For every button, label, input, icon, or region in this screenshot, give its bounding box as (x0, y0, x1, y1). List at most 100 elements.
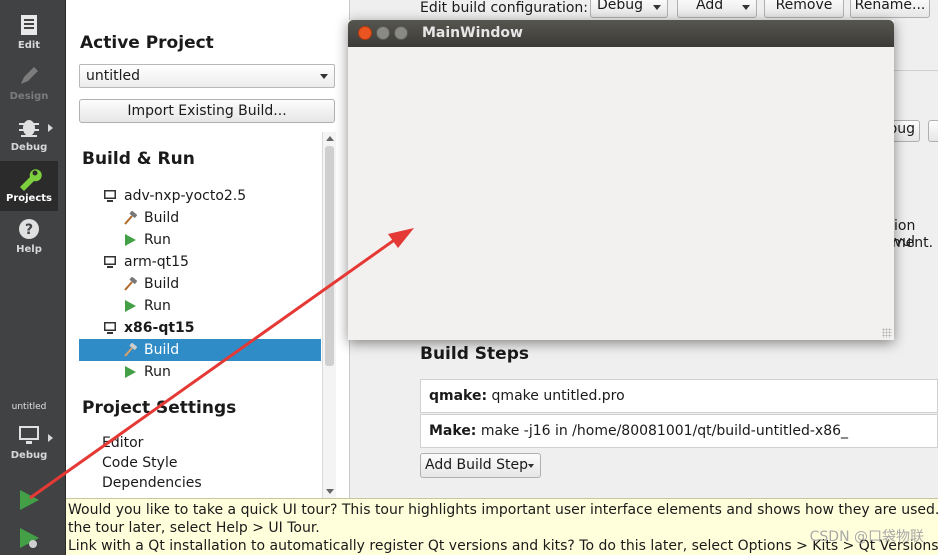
run-label: Run (144, 298, 171, 314)
kit-run-item[interactable]: Run (79, 295, 321, 317)
build-label: Build (144, 210, 180, 226)
mode-debug[interactable]: Debug (0, 110, 58, 160)
run-label: Run (144, 232, 171, 248)
step-value: qmake untitled.pro (491, 388, 625, 404)
monitor-icon (19, 426, 39, 444)
mode-help-label: Help (16, 244, 42, 255)
scroll-thumb[interactable] (325, 146, 334, 366)
chevron-down-icon (320, 74, 328, 79)
kit-build-item[interactable]: Build (79, 207, 321, 229)
kit-mode-label: Debug (10, 450, 48, 461)
kit-name: x86-qt15 (124, 320, 195, 336)
kit-run-item[interactable]: Run (79, 229, 321, 251)
kit-item[interactable]: arm-qt15 (79, 251, 321, 273)
settings-item-editor[interactable]: Editor (102, 435, 143, 451)
run-icon (125, 234, 136, 246)
help-icon: ? (19, 219, 39, 239)
tour-message: Would you like to take a quick UI tour? … (68, 502, 938, 518)
maximize-icon[interactable] (394, 26, 408, 40)
build-config-combo[interactable]: Debug (590, 0, 668, 18)
mode-edit[interactable]: Edit (0, 8, 58, 58)
edit-icon (21, 15, 37, 35)
watermark: CSDN @口袋物联 (809, 529, 924, 545)
step-label: Make: (429, 423, 477, 439)
project-settings-title: Project Settings (82, 398, 237, 418)
chevron-down-icon (528, 464, 534, 468)
monitor-icon (104, 322, 116, 334)
mode-help[interactable]: ? Help (0, 212, 58, 262)
tour-message-cont: the tour later, select Help > UI Tour. (68, 520, 320, 536)
resize-grip[interactable] (882, 328, 892, 338)
minimize-icon[interactable] (376, 26, 390, 40)
close-icon[interactable] (358, 26, 372, 40)
active-project-value: untitled (86, 68, 141, 84)
run-icon (125, 300, 136, 312)
partial-button[interactable] (928, 120, 938, 142)
add-build-step-button[interactable]: Add Build Step (420, 453, 541, 478)
mode-design-label: Design (9, 91, 49, 102)
debug-run-icon[interactable] (17, 526, 41, 550)
kit-project-name: untitled (11, 402, 47, 412)
scroll-up-icon[interactable] (326, 136, 334, 141)
edit-config-label: Edit build configuration: (420, 0, 589, 16)
monitor-icon (104, 190, 116, 202)
chevron-down-icon (742, 5, 750, 10)
hammer-icon (124, 343, 137, 357)
monitor-icon (104, 256, 116, 268)
mode-bar: Edit Design Debug Projects ? Help untitl… (0, 0, 66, 555)
build-step-make[interactable]: Make: make -j16 in /home/80081001/qt/bui… (420, 414, 938, 448)
step-value: make -j16 in /home/80081001/qt/build-unt… (480, 423, 849, 439)
mode-edit-label: Edit (17, 40, 41, 51)
qt-link-message: Link with a Qt installation to automatic… (68, 538, 938, 554)
kit-name: arm-qt15 (124, 254, 189, 270)
add-config-label: Add (696, 0, 724, 13)
mode-projects[interactable]: Projects (0, 161, 58, 211)
projects-wrench-icon (20, 169, 42, 191)
build-run-title: Build & Run (82, 149, 195, 169)
kit-selector[interactable]: Debug (0, 418, 58, 468)
kit-name: adv-nxp-yocto2.5 (124, 188, 247, 204)
add-build-step-label: Add Build Step (425, 457, 529, 473)
build-label: Build (144, 276, 180, 292)
kit-build-item[interactable]: Build (79, 273, 321, 295)
build-step-qmake[interactable]: qmake: qmake untitled.pro (420, 379, 938, 413)
remove-config-button[interactable]: Remove (764, 0, 844, 18)
run-icon[interactable] (17, 488, 41, 512)
mainwindow-title: MainWindow (422, 25, 523, 41)
mainwindow-app[interactable]: MainWindow (348, 20, 894, 340)
info-bar: Would you like to take a quick UI tour? … (66, 498, 938, 555)
run-label: Run (144, 364, 171, 380)
scroll-down-icon[interactable] (326, 489, 334, 494)
settings-item-dependencies[interactable]: Dependencies (102, 475, 202, 491)
panel-scrollbar[interactable] (322, 132, 336, 498)
mode-design[interactable]: Design (0, 59, 58, 109)
svg-text:?: ? (25, 222, 33, 238)
projects-panel: Active Project untitled Import Existing … (66, 0, 350, 555)
rename-config-button[interactable]: Rename... (850, 0, 930, 18)
kit-item[interactable]: adv-nxp-yocto2.5 (79, 185, 321, 207)
build-config-value: Debug (597, 0, 644, 13)
kit-caret-icon (48, 434, 53, 442)
add-config-button[interactable]: Add (677, 0, 757, 18)
debug-caret-icon (48, 124, 53, 132)
design-icon (21, 67, 38, 84)
debug-icon (19, 120, 39, 137)
hammer-icon (124, 211, 137, 225)
mode-debug-label: Debug (10, 142, 48, 153)
kit-item-active[interactable]: x86-qt15 (79, 317, 321, 339)
import-existing-build-button[interactable]: Import Existing Build... (79, 99, 335, 123)
step-label: qmake: (429, 388, 488, 404)
hammer-icon (124, 277, 137, 291)
chevron-down-icon (653, 5, 661, 10)
kit-run-item[interactable]: Run (79, 361, 321, 383)
active-project-combo[interactable]: untitled (79, 64, 335, 88)
run-icon (125, 366, 136, 378)
active-project-title: Active Project (80, 33, 214, 53)
kit-build-item-selected[interactable]: Build (79, 339, 321, 361)
build-label: Build (144, 342, 180, 358)
partial-text: ment. (892, 235, 934, 251)
build-steps-title: Build Steps (420, 344, 529, 364)
mode-projects-label: Projects (5, 193, 52, 204)
settings-item-code-style[interactable]: Code Style (102, 455, 177, 471)
mainwindow-titlebar[interactable]: MainWindow (348, 20, 894, 47)
